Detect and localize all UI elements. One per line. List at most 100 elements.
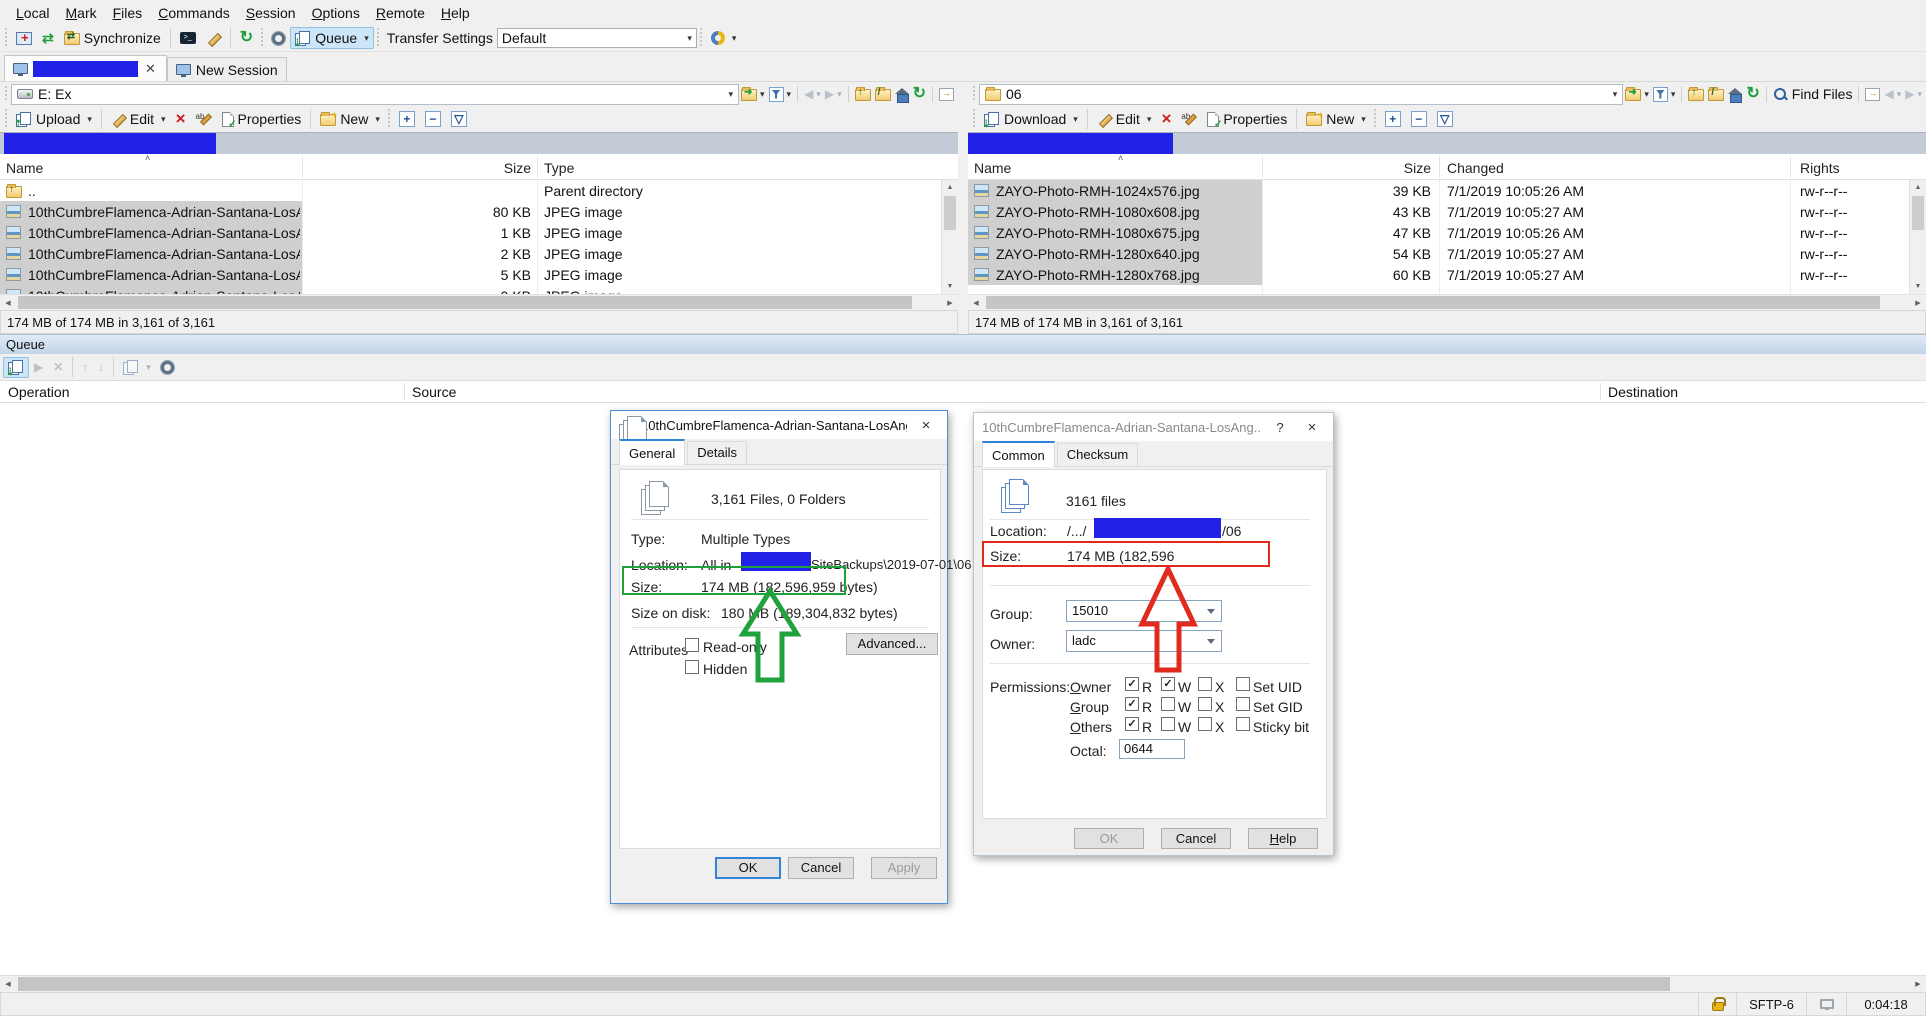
col-size[interactable]: Size: [1268, 160, 1431, 176]
remote-path-combo[interactable]: 06 ▾: [979, 84, 1623, 105]
file-row[interactable]: ↑ .. Parent directory: [0, 180, 940, 201]
rename-button[interactable]: ab: [1176, 110, 1202, 128]
ok-button[interactable]: OK: [715, 857, 781, 879]
file-row[interactable]: 10thCumbreFlamenca-Adrian-Santana-LosAng…: [0, 201, 940, 222]
col-rights[interactable]: Rights: [1800, 160, 1840, 176]
filter-button[interactable]: ▾: [767, 86, 794, 103]
delete-button[interactable]: ×: [171, 110, 191, 128]
download-button[interactable]: ⇣ Download▾: [979, 109, 1083, 129]
owner-x-checkbox[interactable]: [1198, 677, 1212, 691]
queue-resume-button[interactable]: ▶: [29, 357, 48, 377]
remote-vertical-scrollbar[interactable]: [1909, 180, 1926, 294]
local-breadcrumb[interactable]: [0, 132, 958, 154]
unselect-button[interactable]: −: [420, 109, 446, 129]
protocol-cell[interactable]: SFTP-6: [1736, 992, 1806, 1016]
dialog-title-bar[interactable]: 10thCumbreFlamenca-Adrian-Santana-LosAng…: [974, 413, 1333, 441]
edit-button[interactable]: Edit▾: [106, 109, 171, 129]
file-row[interactable]: 10thCumbreFlamenca-Adrian-Santana-LosAng…: [0, 285, 940, 294]
queue-toggle-button[interactable]: ⇣ Queue ▾: [290, 27, 374, 49]
tab-general[interactable]: General: [619, 439, 685, 465]
help-button[interactable]: Help: [1248, 828, 1318, 849]
open-directory-button[interactable]: ➜▾: [739, 86, 767, 102]
new-button[interactable]: ✶ New▾: [1301, 109, 1371, 129]
close-icon[interactable]: ×: [1299, 419, 1325, 436]
setuid-checkbox[interactable]: [1236, 677, 1250, 691]
menu-commands[interactable]: Commands: [150, 2, 238, 24]
sync-browsing-button[interactable]: ⇄: [37, 27, 59, 50]
properties-button[interactable]: ✓ Properties: [1202, 109, 1292, 129]
selection-filter-button[interactable]: ▽: [446, 109, 472, 129]
scroll-down-icon[interactable]: [1910, 279, 1926, 294]
synchronize-button[interactable]: ⇄ Synchronize: [59, 27, 166, 49]
queue-show-button[interactable]: ⇣: [3, 357, 29, 378]
menu-mark[interactable]: Mark: [57, 2, 104, 24]
follow-link-button[interactable]: [937, 87, 956, 102]
forward-button[interactable]: ▾: [1903, 86, 1924, 102]
transfer-preset-button[interactable]: ▾: [706, 28, 742, 48]
group-w-checkbox[interactable]: [1161, 697, 1175, 711]
scroll-left-icon[interactable]: [0, 980, 16, 988]
readonly-checkbox[interactable]: [685, 638, 699, 652]
server-cell[interactable]: [1806, 992, 1846, 1016]
console-button[interactable]: [175, 29, 201, 47]
bottom-horizontal-scrollbar[interactable]: [0, 975, 1926, 992]
queue-preferences-button[interactable]: [156, 358, 179, 377]
apply-button[interactable]: Apply: [871, 857, 937, 879]
selection-filter-button[interactable]: ▽: [1432, 109, 1458, 129]
scroll-up-icon[interactable]: [1910, 180, 1926, 195]
upload-button[interactable]: ⇡ Upload▾: [11, 109, 97, 129]
menu-remote[interactable]: Remote: [368, 2, 433, 24]
edit-defaults-button[interactable]: [201, 28, 226, 49]
file-row[interactable]: 10thCumbreFlamenca-Adrian-Santana-LosAng…: [0, 222, 940, 243]
file-row[interactable]: ZAYO-Photo-RMH-1280x768.jpg 60 KB 7/1/20…: [968, 264, 1908, 285]
menu-help[interactable]: Help: [433, 2, 478, 24]
group-r-checkbox[interactable]: ✓: [1125, 697, 1139, 711]
parent-directory-button[interactable]: ↑: [1686, 86, 1706, 102]
owner-w-checkbox[interactable]: ✓: [1161, 677, 1175, 691]
col-source[interactable]: Source: [412, 384, 456, 400]
owner-r-checkbox[interactable]: ✓: [1125, 677, 1139, 691]
local-vertical-scrollbar[interactable]: [941, 180, 958, 294]
scroll-left-icon[interactable]: [0, 299, 16, 307]
others-r-checkbox[interactable]: ✓: [1125, 717, 1139, 731]
cancel-button[interactable]: Cancel: [1161, 828, 1231, 849]
sticky-checkbox[interactable]: [1236, 717, 1250, 731]
session-tab-active[interactable]: ✕: [4, 55, 167, 81]
advanced-button[interactable]: Advanced...: [846, 633, 938, 655]
file-row[interactable]: ZAYO-Photo-RMH-1024x576.jpg 39 KB 7/1/20…: [968, 180, 1908, 201]
col-destination[interactable]: Destination: [1608, 384, 1678, 400]
file-row[interactable]: ZAYO-Photo-RMH-1080x608.jpg 43 KB 7/1/20…: [968, 201, 1908, 222]
tab-common[interactable]: Common: [982, 441, 1055, 467]
security-cell[interactable]: [1698, 992, 1736, 1016]
rename-button[interactable]: ab: [191, 110, 217, 128]
cancel-button[interactable]: Cancel: [788, 857, 854, 879]
col-operation[interactable]: Operation: [8, 384, 69, 400]
ok-button[interactable]: OK: [1074, 828, 1144, 849]
menu-session[interactable]: Session: [238, 2, 304, 24]
col-name[interactable]: Name: [6, 160, 43, 176]
file-row[interactable]: ZAYO-Photo-RMH-1080x675.jpg 47 KB 7/1/20…: [968, 222, 1908, 243]
refresh-session-button[interactable]: ↻: [235, 28, 258, 48]
follow-link-button[interactable]: [1863, 87, 1882, 102]
forward-button[interactable]: ▾: [823, 86, 844, 102]
refresh-panel-button[interactable]: ↻: [1744, 86, 1761, 102]
col-changed[interactable]: Changed: [1447, 160, 1504, 176]
root-directory-button[interactable]: /: [1706, 86, 1726, 102]
setgid-checkbox[interactable]: [1236, 697, 1250, 711]
unselect-button[interactable]: −: [1406, 109, 1432, 129]
octal-input[interactable]: 0644: [1119, 739, 1185, 759]
filter-button[interactable]: ▾: [1651, 86, 1678, 103]
file-row[interactable]: 10thCumbreFlamenca-Adrian-Santana-LosAng…: [0, 243, 940, 264]
tab-checksum[interactable]: Checksum: [1057, 443, 1138, 466]
delete-button[interactable]: ×: [1156, 110, 1176, 128]
find-files-button[interactable]: Find Files: [1771, 85, 1855, 103]
help-icon[interactable]: ?: [1267, 420, 1293, 435]
queue-delete-button[interactable]: ✕: [48, 357, 68, 377]
select-button[interactable]: +: [1380, 109, 1406, 129]
back-button[interactable]: ▾: [1882, 86, 1903, 102]
new-session-tab[interactable]: New Session: [167, 57, 287, 81]
root-directory-button[interactable]: /: [873, 86, 893, 102]
preferences-button[interactable]: [267, 29, 290, 48]
file-row[interactable]: ZAYO-Photo-RMH-1280x640.jpg 54 KB 7/1/20…: [968, 243, 1908, 264]
chevron-down-icon[interactable]: ▾: [728, 89, 733, 100]
